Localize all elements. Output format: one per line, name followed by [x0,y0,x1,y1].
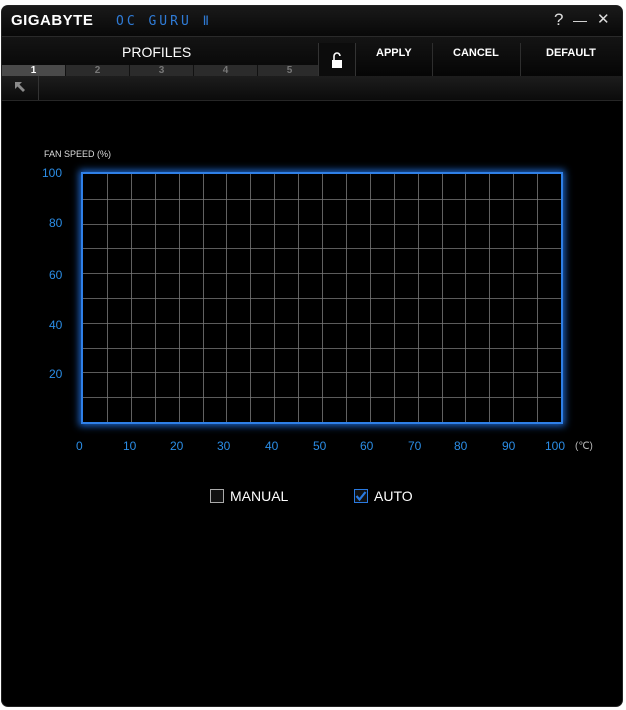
y-tick-label: 100 [42,166,63,180]
x-tick-label: 100 [545,439,566,453]
auto-checkbox-box[interactable] [354,489,368,503]
x-tick-label: 70 [408,439,422,453]
brand-logo: GIGABYTE [11,12,94,29]
profiles-label: PROFILES [122,44,192,60]
toolbar: PROFILES 1 2 3 4 5 APPLY CANCEL DEFAULT [2,36,622,77]
x-tick-label: 30 [217,439,231,453]
sub-toolbar [2,76,622,101]
x-tick-label: 0 [76,439,83,453]
x-axis-unit: (℃) [575,441,593,452]
manual-checkbox-box[interactable] [210,489,224,503]
manual-checkbox[interactable]: MANUAL [210,487,288,505]
x-tick-label: 60 [360,439,374,453]
y-tick-label: 40 [49,318,63,332]
app-name: OC GURU Ⅱ [116,14,213,29]
x-tick-label: 80 [454,439,468,453]
apply-button[interactable]: APPLY [376,47,412,59]
toolbar-divider [432,43,433,77]
manual-label: MANUAL [230,488,289,504]
title-bar: GIGABYTE OC GURU Ⅱ ? — ✕ [2,6,622,36]
toolbar-divider [520,43,521,77]
x-tick-label: 40 [265,439,279,453]
default-button[interactable]: DEFAULT [546,47,596,59]
help-button[interactable]: ? [554,11,563,29]
checkmark-icon [355,491,367,502]
auto-checkbox[interactable]: AUTO [354,487,413,505]
chart-title: FAN SPEED (%) [44,149,112,159]
arrow-up-left-icon [15,82,25,92]
cancel-button[interactable]: CANCEL [453,47,499,59]
fan-curve-chart[interactable] [81,172,563,424]
lock-button[interactable] [318,43,356,77]
x-tick-label: 90 [502,439,516,453]
x-tick-label: 10 [123,439,137,453]
y-tick-label: 20 [49,367,63,381]
back-button[interactable] [2,76,39,100]
oc-guru-window: GIGABYTE OC GURU Ⅱ ? — ✕ PROFILES 1 2 3 … [2,6,622,706]
chart-grid[interactable] [83,174,561,422]
unlock-icon [332,52,342,68]
x-tick-label: 50 [313,439,327,453]
minimize-button[interactable]: — [573,11,587,29]
y-tick-label: 80 [49,216,63,230]
close-button[interactable]: ✕ [597,11,610,29]
y-tick-label: 60 [49,268,63,282]
auto-label: AUTO [374,488,413,504]
x-tick-label: 20 [170,439,184,453]
